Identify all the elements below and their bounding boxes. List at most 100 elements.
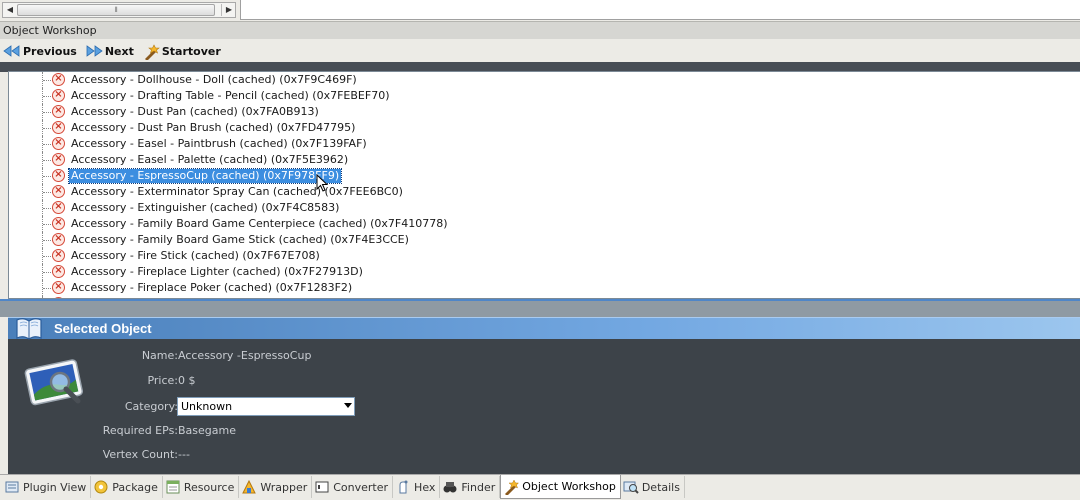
next-label: Next [104, 44, 134, 58]
tree-item[interactable]: × Accessory - Exterminator Spray Can (cac… [9, 184, 1080, 200]
tree-item[interactable]: × Accessory - Drafting Table - Pencil (ca… [9, 88, 1080, 104]
error-icon: × [52, 89, 65, 102]
error-icon: × [52, 73, 65, 86]
bottom-tab-bar: Plugin View Package Resource Wrapper Convert… [0, 474, 1080, 500]
error-icon: × [52, 137, 65, 150]
tree-item[interactable]: × Accessory - EspressoCup (cached) (0x7F9… [9, 168, 1080, 184]
window-title: Object Workshop [0, 21, 1080, 39]
tree-item-label[interactable]: Accessory - Dust Pan (cached) (0x7FA0B91… [69, 105, 321, 119]
category-select[interactable]: Unknown [177, 397, 355, 416]
scroll-right-arrow-icon[interactable]: ▶ [222, 3, 236, 17]
tab-label: Finder [461, 480, 496, 494]
error-icon: × [52, 265, 65, 278]
hex-icon [395, 479, 411, 495]
nav-toolbar: Previous Next Startover [0, 40, 1080, 62]
tree-item[interactable]: × Accessory - Easel - Palette (cached) (0… [9, 152, 1080, 168]
tree-item-label[interactable]: Accessory - Easel - Paintbrush (cached) … [69, 137, 369, 151]
startover-label: Startover [161, 44, 221, 58]
tab-details[interactable]: Details [621, 476, 685, 498]
next-button[interactable]: Next [85, 44, 134, 58]
tree-item-label[interactable]: Accessory - Family Board Game Stick (cac… [69, 233, 411, 247]
tree-item-label[interactable]: Accessory - Fireplace Lighter (cached) (… [69, 265, 365, 279]
startover-button[interactable]: Startover [142, 44, 221, 61]
error-icon: × [52, 281, 65, 294]
error-icon: × [52, 249, 65, 262]
tab-label: Hex [414, 480, 436, 494]
tree-item-label[interactable]: Accessory - Family Board Game Centerpiec… [69, 217, 450, 231]
tree-item[interactable]: × Accessory - Easel - Paintbrush (cached)… [9, 136, 1080, 152]
tab-resource[interactable]: Resource [163, 476, 240, 498]
selected-object-header: Selected Object [8, 317, 1080, 340]
error-icon: × [52, 169, 65, 182]
tab-label: Converter [333, 480, 389, 494]
previous-button[interactable]: Previous [3, 44, 77, 58]
object-tree[interactable]: × Accessory - Dollhouse - Doll (cached) (… [8, 71, 1080, 299]
wand-icon [142, 44, 160, 61]
error-icon: × [52, 217, 65, 230]
tab-finder[interactable]: Finder [440, 476, 501, 498]
error-icon: × [52, 153, 65, 166]
resource-icon [165, 479, 181, 495]
required-eps-value: Basegame [178, 424, 236, 437]
tree-item[interactable]: × Accessory - Dust Pan (cached) (0x7FA0B9… [9, 104, 1080, 120]
tab-label: Plugin View [23, 480, 87, 494]
tree-item-label[interactable]: Accessory - Easel - Palette (cached) (0x… [69, 153, 350, 167]
category-selected-value: Unknown [181, 400, 233, 413]
tab-object-workshop[interactable]: Object Workshop [500, 475, 621, 499]
tab-hex[interactable]: Hex [393, 476, 441, 498]
tree-item[interactable]: × Accessory - Fireplace Poker (cached) (0… [9, 280, 1080, 296]
tree-item-label[interactable]: Accessory - EspressoCup (cached) (0x7F97… [67, 168, 343, 184]
tree-item[interactable]: × Accessory - Family Board Game Centerpie… [9, 216, 1080, 232]
scroll-thumb[interactable]: ⦀ [17, 4, 215, 16]
tree-item[interactable]: × Accessory - Fireplace Lighter (cached) … [9, 264, 1080, 280]
tree-item-label[interactable]: Accessory - Drafting Table - Pencil (cac… [69, 89, 391, 103]
error-icon: × [52, 233, 65, 246]
tab-wrapper[interactable]: Wrapper [239, 476, 313, 498]
selected-object-panel: Selected Object Name: Accessory -Espress… [8, 317, 1080, 474]
tab-label: Details [641, 480, 680, 494]
name-label: Name: [141, 349, 178, 362]
details-icon [623, 479, 639, 495]
tree-item[interactable]: × Accessory - Fire Stick (cached) (0x7F67… [9, 248, 1080, 264]
vertex-count-value: --- [178, 448, 190, 461]
error-icon: × [52, 185, 65, 198]
book-icon [16, 318, 42, 340]
tree-item[interactable]: × Accessory - Family Board Game Stick (ca… [9, 232, 1080, 248]
tree-item-label[interactable]: Accessory - Dollhouse - Doll (cached) (0… [69, 73, 359, 87]
tab-package[interactable]: Package [91, 476, 163, 498]
converter-icon [314, 479, 330, 495]
package-icon [93, 479, 109, 495]
horizontal-scrollbar[interactable]: ◀ ⦀ ▶ [2, 2, 236, 18]
tree-item[interactable]: × Accessory - Extinguisher (cached) (0x7F… [9, 200, 1080, 216]
tree-item-label[interactable]: Accessory - Extinguisher (cached) (0x7F4… [69, 201, 341, 215]
tab-label: Wrapper [260, 480, 308, 494]
tab-label: Object Workshop [522, 480, 616, 493]
wrapper-icon [241, 479, 257, 495]
chevron-down-icon[interactable] [344, 403, 352, 408]
tree-item-label[interactable]: Accessory - Fireplace Poker (cached) (0x… [69, 281, 354, 295]
double-left-arrow-icon [3, 44, 21, 58]
name-value: Accessory -EspressoCup [178, 349, 312, 362]
tree-item-label[interactable]: Accessory - Exterminator Spray Can (cach… [69, 185, 405, 199]
category-label: Category: [124, 400, 178, 413]
tab-plugin-view[interactable]: Plugin View [2, 476, 92, 498]
top-strip: ◀ ⦀ ▶ [0, 0, 1080, 22]
tree-item[interactable]: × Accessory - Dust Pan Brush (cached) (0x… [9, 120, 1080, 136]
mouse-cursor-icon [316, 174, 328, 192]
price-label: Price: [147, 374, 178, 387]
error-icon: × [52, 201, 65, 214]
tree-item-label[interactable]: Accessory - Fire Stick (cached) (0x7F67E… [69, 249, 322, 263]
vertex-count-label: Vertex Count: [102, 448, 178, 461]
tree-item[interactable]: × Accessory - Dollhouse - Doll (cached) (… [9, 72, 1080, 88]
splitter-band[interactable] [0, 299, 1080, 317]
panel-title: Selected Object [54, 321, 152, 336]
required-eps-label: Required EPs: [102, 424, 178, 437]
error-icon: × [52, 121, 65, 134]
price-value: 0 $ [178, 374, 196, 387]
tab-label: Package [112, 480, 158, 494]
tab-converter[interactable]: Converter [312, 476, 394, 498]
list-icon [4, 479, 20, 495]
previous-label: Previous [23, 44, 77, 58]
tree-item-label[interactable]: Accessory - Dust Pan Brush (cached) (0x7… [69, 121, 357, 135]
scroll-left-arrow-icon[interactable]: ◀ [3, 3, 17, 17]
